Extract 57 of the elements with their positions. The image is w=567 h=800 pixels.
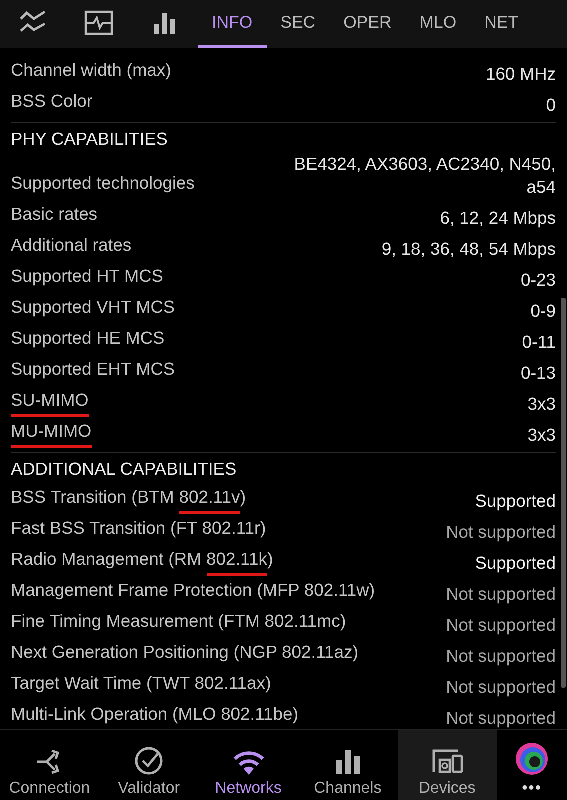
- property-value: Supported: [475, 490, 556, 513]
- property-value: 0-23: [520, 269, 556, 292]
- property-value: Supported: [475, 552, 556, 575]
- property-label: MU-MIMO: [11, 420, 92, 453]
- more-button[interactable]: •••: [497, 730, 567, 800]
- nav-item[interactable]: Networks: [198, 730, 298, 800]
- property-value: 0-9: [530, 300, 556, 323]
- property-label: Supported HE MCS: [11, 327, 165, 350]
- nav-item[interactable]: Connection: [0, 730, 100, 800]
- property-value: Not supported: [446, 614, 556, 637]
- property-label: Fine Timing Measurement (FTM 802.11mc): [11, 610, 346, 633]
- property-value: Not supported: [446, 521, 556, 544]
- section-heading: PHY CAPABILITIES: [11, 128, 169, 151]
- property-value: BE4324, AX3603, AC2340, N450, a54: [293, 153, 556, 199]
- property-label: Supported EHT MCS: [11, 358, 176, 381]
- property-value: Not supported: [446, 707, 556, 729]
- property-label: Radio Management (RM 802.11k): [11, 548, 274, 581]
- scrollbar[interactable]: [561, 298, 566, 688]
- property-label: Supported VHT MCS: [11, 296, 176, 319]
- property-label: Additional rates: [11, 234, 132, 257]
- nav-item[interactable]: Validator: [99, 730, 199, 800]
- wifi-icon: [232, 750, 265, 776]
- logo-icon: [515, 742, 550, 776]
- property-label: Management Frame Protection (MFP 802.11w): [11, 579, 376, 602]
- bar-chart-icon: [334, 748, 361, 776]
- property-value: Not supported: [446, 676, 556, 699]
- section-heading: ADDITIONAL CAPABILITIES: [11, 458, 238, 481]
- tab[interactable]: NET: [470, 0, 533, 48]
- property-value: 9, 18, 36, 48, 54 Mbps: [382, 238, 556, 261]
- nav-item[interactable]: Channels: [298, 730, 398, 800]
- property-label: Channel width (max): [11, 59, 172, 82]
- property-label: Basic rates: [11, 203, 98, 226]
- property-value: 3x3: [528, 424, 556, 447]
- property-label: Multi-Link Operation (MLO 802.11be): [11, 703, 299, 726]
- property-value: 3x3: [528, 393, 556, 416]
- property-value: 0: [546, 94, 556, 117]
- property-value: Not supported: [446, 645, 556, 668]
- property-label: Fast BSS Transition (FT 802.11r): [11, 517, 266, 540]
- property-label: BSS Color: [11, 90, 93, 113]
- tab[interactable]: MLO: [406, 0, 471, 48]
- property-label: Target Wait Time (TWT 802.11ax): [11, 672, 272, 695]
- devices-icon: [430, 748, 464, 776]
- property-label: BSS Transition (BTM 802.11v): [11, 486, 246, 519]
- property-value: 160 MHz: [486, 63, 556, 86]
- tab[interactable]: SEC: [266, 0, 330, 48]
- tab[interactable]: OPER: [330, 0, 406, 48]
- property-label: Supported technologies: [11, 172, 195, 195]
- tab[interactable]: INFO: [198, 0, 267, 48]
- property-label: Next Generation Positioning (NGP 802.11az): [11, 641, 359, 664]
- property-value: 0-13: [520, 362, 556, 385]
- property-label: Supported HT MCS: [11, 265, 164, 288]
- property-label: SU-MIMO: [11, 389, 89, 422]
- check-circle-icon: [134, 746, 164, 776]
- property-value: 6, 12, 24 Mbps: [440, 207, 556, 230]
- nav-item[interactable]: Devices: [398, 730, 498, 800]
- property-value: 0-11: [522, 331, 556, 354]
- property-value: Not supported: [446, 583, 556, 606]
